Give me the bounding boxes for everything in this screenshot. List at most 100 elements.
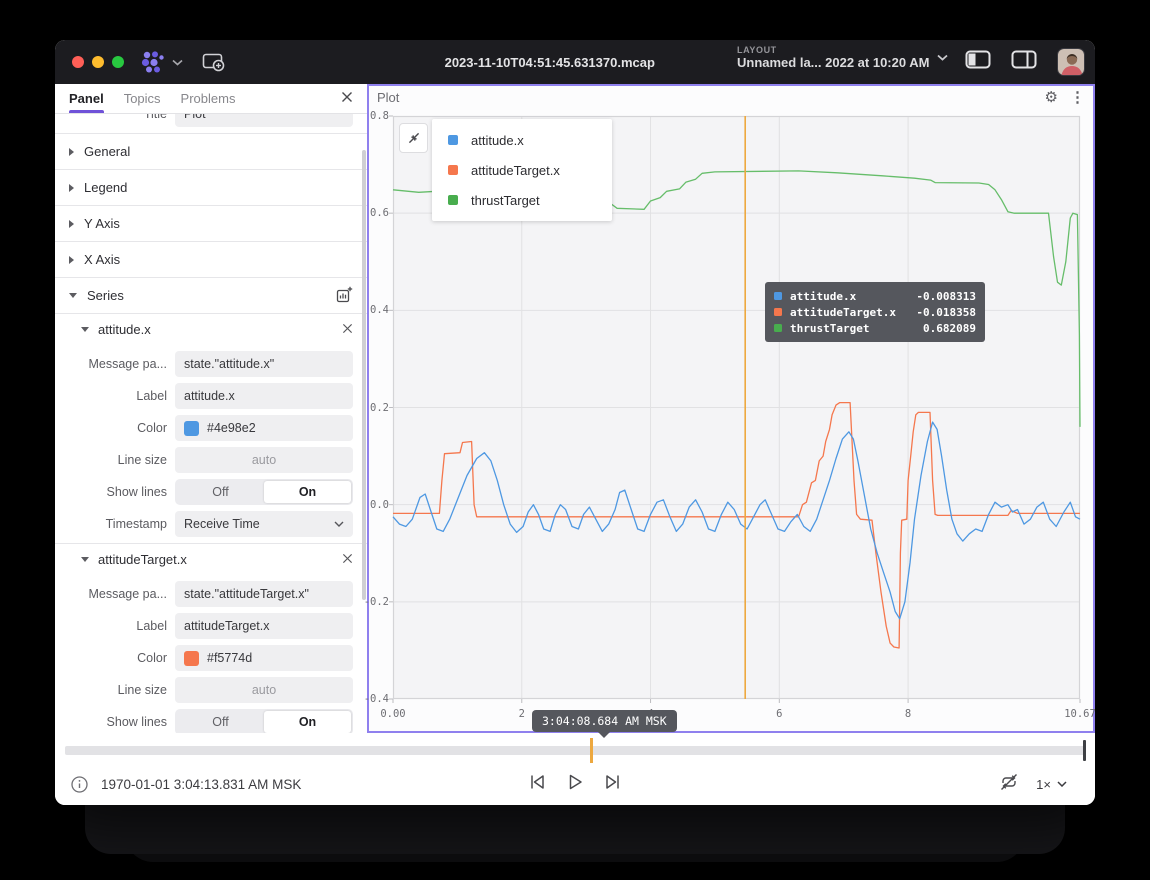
chevron-right-icon	[69, 184, 74, 192]
tooltip-series-label: thrustTarget	[790, 322, 915, 335]
x-axis-tick-label: 8	[886, 708, 930, 720]
color-swatch[interactable]	[184, 421, 199, 436]
traffic-lights	[72, 56, 124, 68]
show-lines-on-button[interactable]: On	[264, 711, 351, 733]
chevron-right-icon	[69, 256, 74, 264]
section-series[interactable]: Series	[55, 277, 367, 313]
line-size-row: Line size auto	[55, 447, 367, 473]
close-window-button[interactable]	[72, 56, 84, 68]
y-axis-tick-label: -0.4	[359, 693, 389, 705]
show-lines-toggle: Off On	[175, 709, 353, 733]
tooltip-series-value: -0.008313	[916, 290, 976, 303]
toggle-right-sidebar-icon[interactable]	[1011, 50, 1037, 74]
title-field-row-clipped: Title Plot	[55, 114, 367, 133]
remove-series-icon[interactable]	[342, 552, 353, 567]
add-series-icon[interactable]	[336, 286, 353, 306]
panel-settings-gear-icon[interactable]: ⚙	[1045, 88, 1058, 106]
line-size-input[interactable]: auto	[175, 447, 353, 473]
panel-title: Plot	[377, 90, 399, 105]
maximize-window-button[interactable]	[112, 56, 124, 68]
color-input[interactable]: #f5774d	[175, 645, 353, 671]
tab-problems[interactable]: Problems	[181, 84, 236, 113]
seek-backward-button[interactable]	[528, 773, 547, 796]
collapse-arrows-icon	[406, 130, 422, 146]
plot-legend: attitude.x attitudeTarget.x thrustTarget	[432, 119, 612, 221]
playhead-marker[interactable]	[1083, 740, 1086, 761]
foxglove-logo-icon[interactable]	[138, 50, 168, 74]
playback-bar: 3:04:08.684 AM MSK 1970-01-01 3:04:13.83…	[55, 733, 1095, 805]
timestamp-select[interactable]: Receive Time	[175, 511, 353, 537]
playback-speed-menu[interactable]: 1×	[1036, 777, 1067, 792]
timeline-scrubber[interactable]	[65, 746, 1085, 755]
message-path-input[interactable]: state."attitudeTarget.x"	[175, 581, 353, 607]
timestamp-row: Timestamp Receive Time	[55, 511, 367, 537]
collapse-legend-button[interactable]	[399, 123, 428, 153]
tooltip-series-label: attitudeTarget.x	[790, 306, 908, 319]
data-source-title[interactable]: 2023-11-10T04:51:45.631370.mcap	[445, 55, 655, 70]
legend-label: attitudeTarget.x	[471, 163, 560, 178]
tooltip-row: attitudeTarget.x -0.018358	[774, 304, 976, 320]
tab-topics[interactable]: Topics	[124, 84, 161, 113]
legend-label: thrustTarget	[471, 193, 540, 208]
panel-menu-kebab-icon[interactable]: ⋮	[1070, 88, 1085, 106]
y-axis-tick-label: 0.6	[359, 207, 389, 219]
toggle-left-sidebar-icon[interactable]	[965, 50, 991, 74]
chevron-down-icon	[1057, 781, 1067, 787]
play-button[interactable]	[566, 773, 584, 796]
label-input[interactable]: attitude.x	[175, 383, 353, 409]
show-lines-row: Show lines Off On	[55, 709, 367, 733]
message-path-row: Message pa... state."attitudeTarget.x"	[55, 581, 367, 607]
chevron-right-icon	[69, 220, 74, 228]
tab-panel[interactable]: Panel	[69, 84, 104, 113]
add-panel-icon[interactable]	[201, 52, 225, 72]
tooltip-row: attitude.x -0.008313	[774, 288, 976, 304]
series-group-header[interactable]: attitude.x	[55, 313, 367, 345]
playback-controls: 1970-01-01 3:04:13.831 AM MSK	[55, 763, 1095, 805]
title-field-input[interactable]: Plot	[175, 114, 353, 127]
minimize-window-button[interactable]	[92, 56, 104, 68]
legend-color-swatch	[448, 165, 458, 175]
layout-chevron-down-icon	[937, 54, 948, 61]
hover-time-tooltip: 3:04:08.684 AM MSK	[532, 710, 677, 732]
legend-item[interactable]: attitudeTarget.x	[432, 155, 612, 185]
label-input[interactable]: attitudeTarget.x	[175, 613, 353, 639]
panel-settings-sidebar: Panel Topics Problems Title Plot General	[55, 84, 367, 733]
close-sidebar-icon[interactable]	[341, 90, 353, 108]
color-swatch[interactable]	[184, 651, 199, 666]
current-timestamp: 1970-01-01 3:04:13.831 AM MSK	[101, 777, 301, 792]
info-icon[interactable]	[71, 776, 88, 793]
tooltip-color-swatch	[774, 324, 782, 332]
color-input[interactable]: #4e98e2	[175, 415, 353, 441]
tooltip-series-label: attitude.x	[790, 290, 908, 303]
user-avatar[interactable]	[1057, 48, 1085, 76]
layout-menu[interactable]: LAYOUT Unnamed la... 2022 at 10:20 AM	[737, 45, 948, 70]
y-axis-tick-label: 0.0	[359, 499, 389, 511]
plot-panel[interactable]: Plot ⚙ ⋮ 0.80.60.40.20.0-0.2-0.4 0.00246…	[367, 84, 1095, 733]
label-row: Label attitude.x	[55, 383, 367, 409]
main-area: Plot ⚙ ⋮ 0.80.60.40.20.0-0.2-0.4 0.00246…	[367, 84, 1095, 733]
message-path-input[interactable]: state."attitude.x"	[175, 351, 353, 377]
section-x-axis[interactable]: X Axis	[55, 241, 367, 277]
show-lines-off-button[interactable]: Off	[177, 711, 264, 733]
section-general[interactable]: General	[55, 133, 367, 169]
chart-value-tooltip: attitude.x -0.008313 attitudeTarget.x -0.01…	[765, 282, 985, 342]
seek-forward-button[interactable]	[603, 773, 622, 796]
section-y-axis[interactable]: Y Axis	[55, 205, 367, 241]
tooltip-series-value: -0.018358	[916, 306, 976, 319]
x-axis-tick-label: 6	[757, 708, 801, 720]
show-lines-row: Show lines Off On	[55, 479, 367, 505]
show-lines-on-button[interactable]: On	[264, 481, 351, 503]
legend-item[interactable]: thrustTarget	[432, 185, 612, 215]
data-source-chevron-down-icon[interactable]	[172, 59, 183, 66]
series-group-header[interactable]: attitudeTarget.x	[55, 543, 367, 575]
tooltip-series-value: 0.682089	[923, 322, 976, 335]
remove-series-icon[interactable]	[342, 322, 353, 337]
show-lines-off-button[interactable]: Off	[177, 481, 264, 503]
loop-playback-off-icon[interactable]	[999, 773, 1019, 796]
layout-name: Unnamed la... 2022 at 10:20 AM	[737, 55, 929, 70]
section-legend[interactable]: Legend	[55, 169, 367, 205]
line-size-input[interactable]: auto	[175, 677, 353, 703]
y-axis-labels: 0.80.60.40.20.0-0.2-0.4	[369, 116, 391, 699]
y-axis-tick-label: -0.2	[359, 596, 389, 608]
legend-item[interactable]: attitude.x	[432, 125, 612, 155]
